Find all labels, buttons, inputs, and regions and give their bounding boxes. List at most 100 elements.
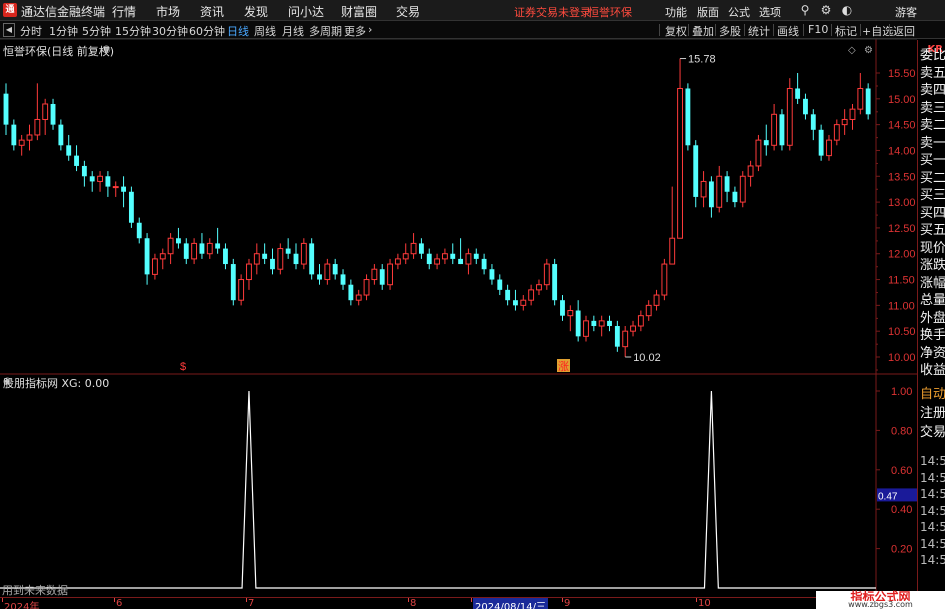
- candle: [818, 124, 824, 161]
- candle-body: [653, 294, 660, 306]
- candle-body: [355, 294, 362, 301]
- date-label: 8: [410, 598, 417, 609]
- candle: [637, 310, 644, 332]
- tool-mark[interactable]: 标记: [835, 23, 857, 39]
- period-30min[interactable]: 30分钟: [152, 23, 188, 39]
- candle: [528, 284, 535, 306]
- candle-body: [215, 243, 221, 249]
- side-panel-item[interactable]: 买一: [920, 149, 945, 168]
- period-daily[interactable]: 日线: [227, 23, 249, 39]
- side-panel-lower-item[interactable]: 注册: [920, 402, 945, 421]
- tool-draw-line[interactable]: 画线: [777, 23, 799, 39]
- candle-body: [223, 248, 228, 265]
- tool-overlay[interactable]: 叠加: [692, 23, 714, 39]
- side-panel-item[interactable]: 买三: [920, 184, 945, 203]
- candle: [426, 248, 432, 270]
- chevron-right-icon[interactable]: ›: [368, 23, 372, 36]
- side-panel-item[interactable]: 总量: [920, 289, 945, 308]
- menu-item-wealth-circle[interactable]: 财富圈: [341, 3, 377, 20]
- menu-item-news[interactable]: 资讯: [200, 3, 224, 20]
- kline-chart[interactable]: 15.50 15.00 14.50 14.00 13.50 13.00 12.50 12.00…: [0, 39, 917, 597]
- menu-item-quotes[interactable]: 行情: [112, 3, 136, 20]
- period-5min[interactable]: 5分钟: [82, 23, 111, 39]
- settings-icon[interactable]: ⚙: [818, 2, 834, 18]
- side-panel-item[interactable]: 卖二: [920, 114, 945, 133]
- candle: [34, 83, 41, 141]
- side-panel-item[interactable]: 收益: [920, 359, 945, 378]
- candle-body: [536, 284, 542, 291]
- candle: [803, 93, 808, 120]
- back-button[interactable]: 返回: [893, 23, 915, 39]
- menu-item-market[interactable]: 市场: [156, 3, 180, 20]
- side-panel-item[interactable]: 涨跌: [920, 254, 945, 273]
- menu-item-trade[interactable]: 交易: [396, 3, 420, 20]
- candle: [199, 233, 205, 259]
- candle: [473, 248, 479, 265]
- side-panel-lower-item[interactable]: 交易: [920, 421, 945, 440]
- candle-body: [708, 181, 714, 208]
- side-panel-lower-item[interactable]: 自动: [920, 383, 945, 402]
- candle-body: [450, 253, 456, 259]
- candle-body: [755, 139, 762, 167]
- menu-item-discover[interactable]: 发现: [244, 3, 268, 20]
- tool-multi-stock[interactable]: 多股: [719, 23, 741, 39]
- period-multi[interactable]: 多周期: [309, 23, 342, 39]
- login-notice[interactable]: 证券交易未登录: [514, 4, 591, 20]
- tool-statistics[interactable]: 统计: [748, 23, 770, 39]
- side-panel-item[interactable]: 外盘: [920, 307, 945, 326]
- candle: [332, 258, 338, 280]
- menu-layout[interactable]: 版面: [697, 4, 719, 20]
- period-weekly[interactable]: 周线: [254, 23, 276, 39]
- side-panel-item[interactable]: 买四: [920, 202, 945, 221]
- candle-body: [394, 258, 401, 265]
- tick-time: 14:55: [920, 470, 945, 485]
- candle: [18, 134, 25, 156]
- tick-time: 14:55: [920, 503, 945, 518]
- menu-item-ask[interactable]: 问小达: [288, 3, 324, 20]
- period-60min[interactable]: 60分钟: [189, 23, 225, 39]
- candle-body: [81, 165, 87, 177]
- date-label: 6: [116, 598, 123, 609]
- candle-body: [253, 253, 260, 265]
- side-panel-item[interactable]: 卖四: [920, 79, 945, 98]
- candle-body: [732, 191, 738, 203]
- candle-body: [112, 186, 119, 189]
- side-panel-item[interactable]: 现价: [920, 237, 945, 256]
- candle: [653, 289, 660, 311]
- menu-options[interactable]: 选项: [759, 4, 781, 20]
- side-panel-item[interactable]: 卖五: [920, 62, 945, 81]
- period-tick[interactable]: 分时: [20, 23, 42, 39]
- side-panel-item[interactable]: 买二: [920, 167, 945, 186]
- date-tick: [696, 598, 697, 602]
- date-tick: [246, 598, 247, 602]
- candle-body: [151, 258, 158, 275]
- menu-formula[interactable]: 公式: [728, 4, 750, 20]
- candle: [58, 119, 64, 151]
- candle-body: [167, 237, 174, 255]
- side-panel-item[interactable]: 买五: [920, 219, 945, 238]
- candle-body: [176, 238, 181, 244]
- period-15min[interactable]: 15分钟: [115, 23, 151, 39]
- candle: [348, 279, 354, 306]
- tool-f10[interactable]: F10: [808, 23, 828, 36]
- period-1min[interactable]: 1分钟: [49, 23, 78, 39]
- side-panel-item[interactable]: 换手: [920, 324, 945, 343]
- side-panel-item[interactable]: 卖一: [920, 132, 945, 151]
- collapse-panel-icon[interactable]: ◀: [3, 23, 15, 37]
- menu-function[interactable]: 功能: [665, 4, 687, 20]
- side-panel-item[interactable]: 委比: [920, 44, 945, 63]
- period-monthly[interactable]: 月线: [282, 23, 304, 39]
- side-panel-item[interactable]: 涨幅: [920, 272, 945, 291]
- side-panel-item[interactable]: 卖三: [920, 97, 945, 116]
- price-tick-label: 11.50: [888, 275, 915, 287]
- search-icon[interactable]: ⚲: [797, 2, 813, 18]
- candle: [458, 238, 464, 265]
- guest-label[interactable]: 游客: [895, 4, 917, 20]
- candle: [489, 264, 495, 285]
- candle-body: [105, 176, 111, 187]
- side-panel-item[interactable]: 净资: [920, 342, 945, 361]
- candle-body: [418, 243, 424, 254]
- theme-icon[interactable]: ◐: [839, 2, 855, 18]
- tool-adjust-rights[interactable]: 复权: [665, 23, 687, 39]
- period-more[interactable]: 更多: [344, 23, 366, 39]
